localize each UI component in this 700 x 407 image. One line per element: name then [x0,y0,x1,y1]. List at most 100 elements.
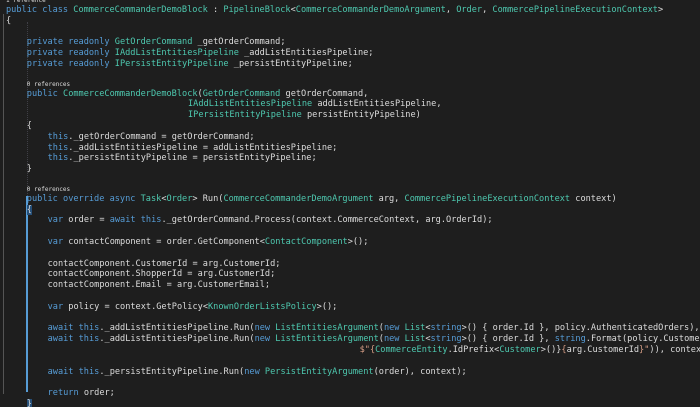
code-token: PipelineBlock [223,5,291,15]
code-line: { [27,121,700,132]
code-token: contactComponent.Email = arg.CustomerEma… [47,280,271,291]
code-token: contactComponent.CustomerId = arg.Custom… [47,258,281,269]
code-token: List [404,334,426,345]
code-token: new [254,334,276,345]
code-token: >()} [540,345,562,355]
code-token: CommerceEntity [375,345,448,355]
code-token: IPersistEntityPipeline [114,59,229,69]
codelens-reference-count[interactable]: 0 references [27,186,700,194]
code-line: await this._addListEntitiesPipeline.Run(… [48,334,700,345]
code-token: string [430,334,462,345]
code-token: List [404,323,426,334]
code-token: await this [47,334,100,345]
code-token: )), context); [649,345,700,355]
code-token: arg.CustomerId [566,345,640,355]
code-line: contactComponent.ShopperId = arg.Custome… [48,269,700,280]
code-token: new [383,323,405,334]
code-token: contactComponent.ShopperId = arg.Custome… [47,269,276,280]
code-token: await this [109,215,162,226]
code-token: ._addListEntitiesPipeline.Run( [99,323,255,334]
code-token: CommerceCommanderDemoBlock [73,5,208,15]
code-token: CommercePipelineExecutionContext [404,193,571,204]
code-token: contactComponent = order.GetComponent< [63,237,265,247]
code-token: var [47,301,64,312]
text-caret [26,196,28,392]
code-token: ListEntitiesArgument [275,334,379,345]
code-line: var contactComponent = order.GetComponen… [48,237,700,248]
code-token: var [47,215,64,226]
code-line: public class CommerceCommanderDemoBlock … [6,5,700,16]
code-token: var [47,237,64,247]
code-token: ._persistEntityPipeline = persistEntityP… [68,153,317,164]
code-token: getOrderCommand, [280,88,369,99]
code-token: { [6,15,12,26]
code-token: GetOrderCommand [114,37,193,48]
code-line: private readonly IAddListEntitiesPipelin… [27,48,700,59]
code-token: order = [63,215,110,226]
code-line: private readonly IPersistEntityPipeline … [27,59,700,70]
code-token: ._persistEntityPipeline.Run( [99,366,245,377]
codelens-text: 1 reference [6,0,46,4]
code-token: return [47,388,79,399]
code-line: this._addListEntitiesPipeline = addListE… [48,143,700,154]
code-token: context) [570,193,617,204]
code-token: } [26,399,32,407]
code-token: _getOrderCommand; [192,37,286,48]
code-token: { [26,121,32,131]
code-token: addListEntitiesPipeline, [312,99,442,110]
code-token: ContactComponent [264,237,348,247]
code-token: >(); [347,237,369,247]
code-token: this [47,153,69,164]
code-token: await this [47,366,100,377]
code-line: IPersistEntityPipeline persistEntityPipe… [188,110,700,121]
code-line: var policy = context.GetPolicy<KnownOrde… [48,302,700,313]
code-token: >() { order.Id }, [461,334,555,345]
code-token: CommercePipelineExecutionContext [492,5,658,15]
code-token: CommerceCommanderDemoBlock [63,88,198,99]
code-line: IAddListEntitiesPipeline addListEntities… [188,99,700,110]
code-token: > [658,5,664,15]
code-token: IPersistEntityPipeline [188,110,302,121]
code-token: new [383,334,405,345]
code-token: IAddListEntitiesPipeline [188,99,313,110]
code-line: public override async Task<Order> Run(Co… [27,194,700,205]
code-editor[interactable]: 1 reference public class CommerceCommande… [0,0,700,407]
code-line: } [26,399,700,407]
code-token: > Run( [192,193,224,204]
code-token: ._addListEntitiesPipeline.Run( [99,334,255,345]
code-line: await this._persistEntityPipeline.Run(ne… [48,367,700,378]
code-token: private readonly [26,37,115,48]
code-token: $"{ [359,345,376,355]
code-token: public override async [26,193,141,204]
code-token: ._getOrderCommand = getOrderCommand; [68,131,255,142]
code-token: >(); [316,301,338,312]
code-token: private readonly [26,59,115,69]
code-token: string [554,334,586,345]
code-token: persistEntityPipeline) [301,110,421,121]
code-token: Order [166,193,193,204]
code-token: }" [639,345,650,355]
outline-collapse-bar [3,14,4,394]
code-line: return order; [48,388,700,399]
code-line: $"{CommerceEntity.IdPrefix<Customer>()}{… [360,345,700,356]
code-token: PersistEntityArgument [264,366,374,377]
code-token: public class [6,5,74,15]
codelens-text: 0 references [26,185,71,193]
code-token: , [482,5,493,15]
code-token: Customer [499,345,541,355]
code-token: new [254,323,276,334]
code-line: public CommerceCommanderDemoBlock(GetOrd… [27,89,700,100]
code-line: this._persistEntityPipeline = persistEnt… [48,153,700,164]
code-line: var order = await this._getOrderCommand.… [48,215,700,226]
code-token: await this [47,323,100,334]
code-token: .IdPrefix< [447,345,500,355]
code-token: this [47,131,69,142]
code-token: .Format(policy.CustomerOrders, [585,334,700,345]
code-token: CommerceCommanderDemoArgument [223,193,374,204]
code-line: await this._addListEntitiesPipeline.Run(… [48,323,700,334]
codelens-reference-count[interactable]: 0 references [27,81,700,89]
code-token: ._getOrderCommand.Process(context.Commer… [161,215,493,226]
code-token: >() { order.Id }, policy.AuthenticatedOr… [461,323,700,334]
code-line: { [6,16,700,27]
code-token: { [26,204,32,215]
